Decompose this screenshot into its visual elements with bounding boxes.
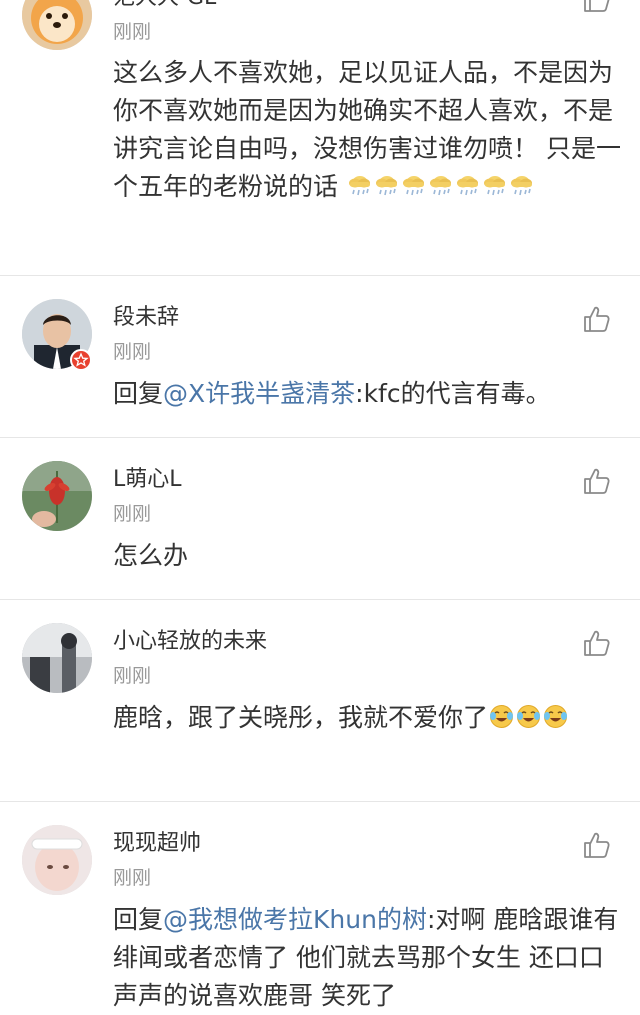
thumbs-up-icon	[584, 306, 610, 332]
thumbs-up-icon	[584, 832, 610, 858]
reply-prefix: 回复	[113, 379, 164, 408]
comment-item: 小心轻放的未来 刚刚 鹿晗，跟了关晓彤，我就不爱你了	[0, 599, 640, 802]
laugh-cry-emoji	[517, 705, 541, 728]
username[interactable]: 小心轻放的未来	[113, 628, 267, 656]
comment-item: 现现超帅 刚刚 回复@我想做考拉Khun的树:对啊 鹿晗跟谁有绯闻或者恋情了 他…	[0, 801, 640, 1010]
comment-text: 怎么办	[113, 537, 623, 575]
like-button[interactable]	[582, 304, 612, 334]
cloud-rain-emoji	[510, 176, 532, 196]
timestamp: 刚刚	[113, 665, 152, 687]
emoji-row	[488, 703, 569, 732]
laugh-cry-emoji	[544, 705, 568, 728]
thumbs-up-icon	[584, 630, 610, 656]
comment-body: 鹿晗，跟了关晓彤，我就不爱你了	[113, 703, 489, 732]
comment-body: :kfc的代言有毒。	[355, 379, 551, 408]
username[interactable]: L萌心L	[113, 466, 182, 494]
username[interactable]: 范大大-GL	[113, 0, 216, 12]
verified-badge-icon	[70, 349, 92, 371]
emoji-row	[346, 172, 535, 201]
username[interactable]: 段未辞	[113, 304, 179, 332]
thumbs-up-icon	[584, 468, 610, 494]
reply-prefix: 回复	[113, 905, 164, 934]
like-button[interactable]	[582, 466, 612, 496]
comment-body: 怎么办	[113, 541, 189, 570]
like-button[interactable]	[582, 628, 612, 658]
cloud-rain-emoji	[429, 176, 451, 196]
timestamp: 刚刚	[113, 341, 152, 363]
like-button[interactable]	[582, 0, 612, 14]
avatar[interactable]	[22, 825, 92, 895]
timestamp: 刚刚	[113, 21, 152, 43]
avatar[interactable]	[22, 623, 92, 693]
avatar[interactable]	[22, 461, 92, 531]
username[interactable]: 现现超帅	[113, 830, 201, 858]
avatar[interactable]	[22, 0, 92, 50]
mention-link[interactable]: @我想做考拉Khun的树	[163, 905, 427, 934]
comment-text: 回复@X许我半盏清茶:kfc的代言有毒。	[113, 375, 623, 413]
comment-item: L萌心L 刚刚 怎么办	[0, 437, 640, 600]
mention-link[interactable]: @X许我半盏清茶	[163, 379, 355, 408]
comment-item: 范大大-GL 刚刚 这么多人不喜欢她，足以见证人品，不是因为你不喜欢她而是因为她…	[0, 0, 640, 276]
laugh-cry-emoji	[490, 705, 514, 728]
cloud-rain-emoji	[402, 176, 424, 196]
comment-text: 鹿晗，跟了关晓彤，我就不爱你了	[113, 699, 623, 737]
timestamp: 刚刚	[113, 503, 152, 525]
thumbs-up-icon	[584, 0, 610, 12]
cloud-rain-emoji	[375, 176, 397, 196]
comment-item: 段未辞 刚刚 回复@X许我半盏清茶:kfc的代言有毒。	[0, 275, 640, 438]
like-button[interactable]	[582, 830, 612, 860]
comment-text: 这么多人不喜欢她，足以见证人品，不是因为你不喜欢她而是因为她确实不超人喜欢，不是…	[113, 54, 623, 206]
cloud-rain-emoji	[456, 176, 478, 196]
cloud-rain-emoji	[348, 176, 370, 196]
cloud-rain-emoji	[483, 176, 505, 196]
timestamp: 刚刚	[113, 867, 152, 889]
comment-text: 回复@我想做考拉Khun的树:对啊 鹿晗跟谁有绯闻或者恋情了 他们就去骂那个女生…	[113, 901, 623, 1015]
